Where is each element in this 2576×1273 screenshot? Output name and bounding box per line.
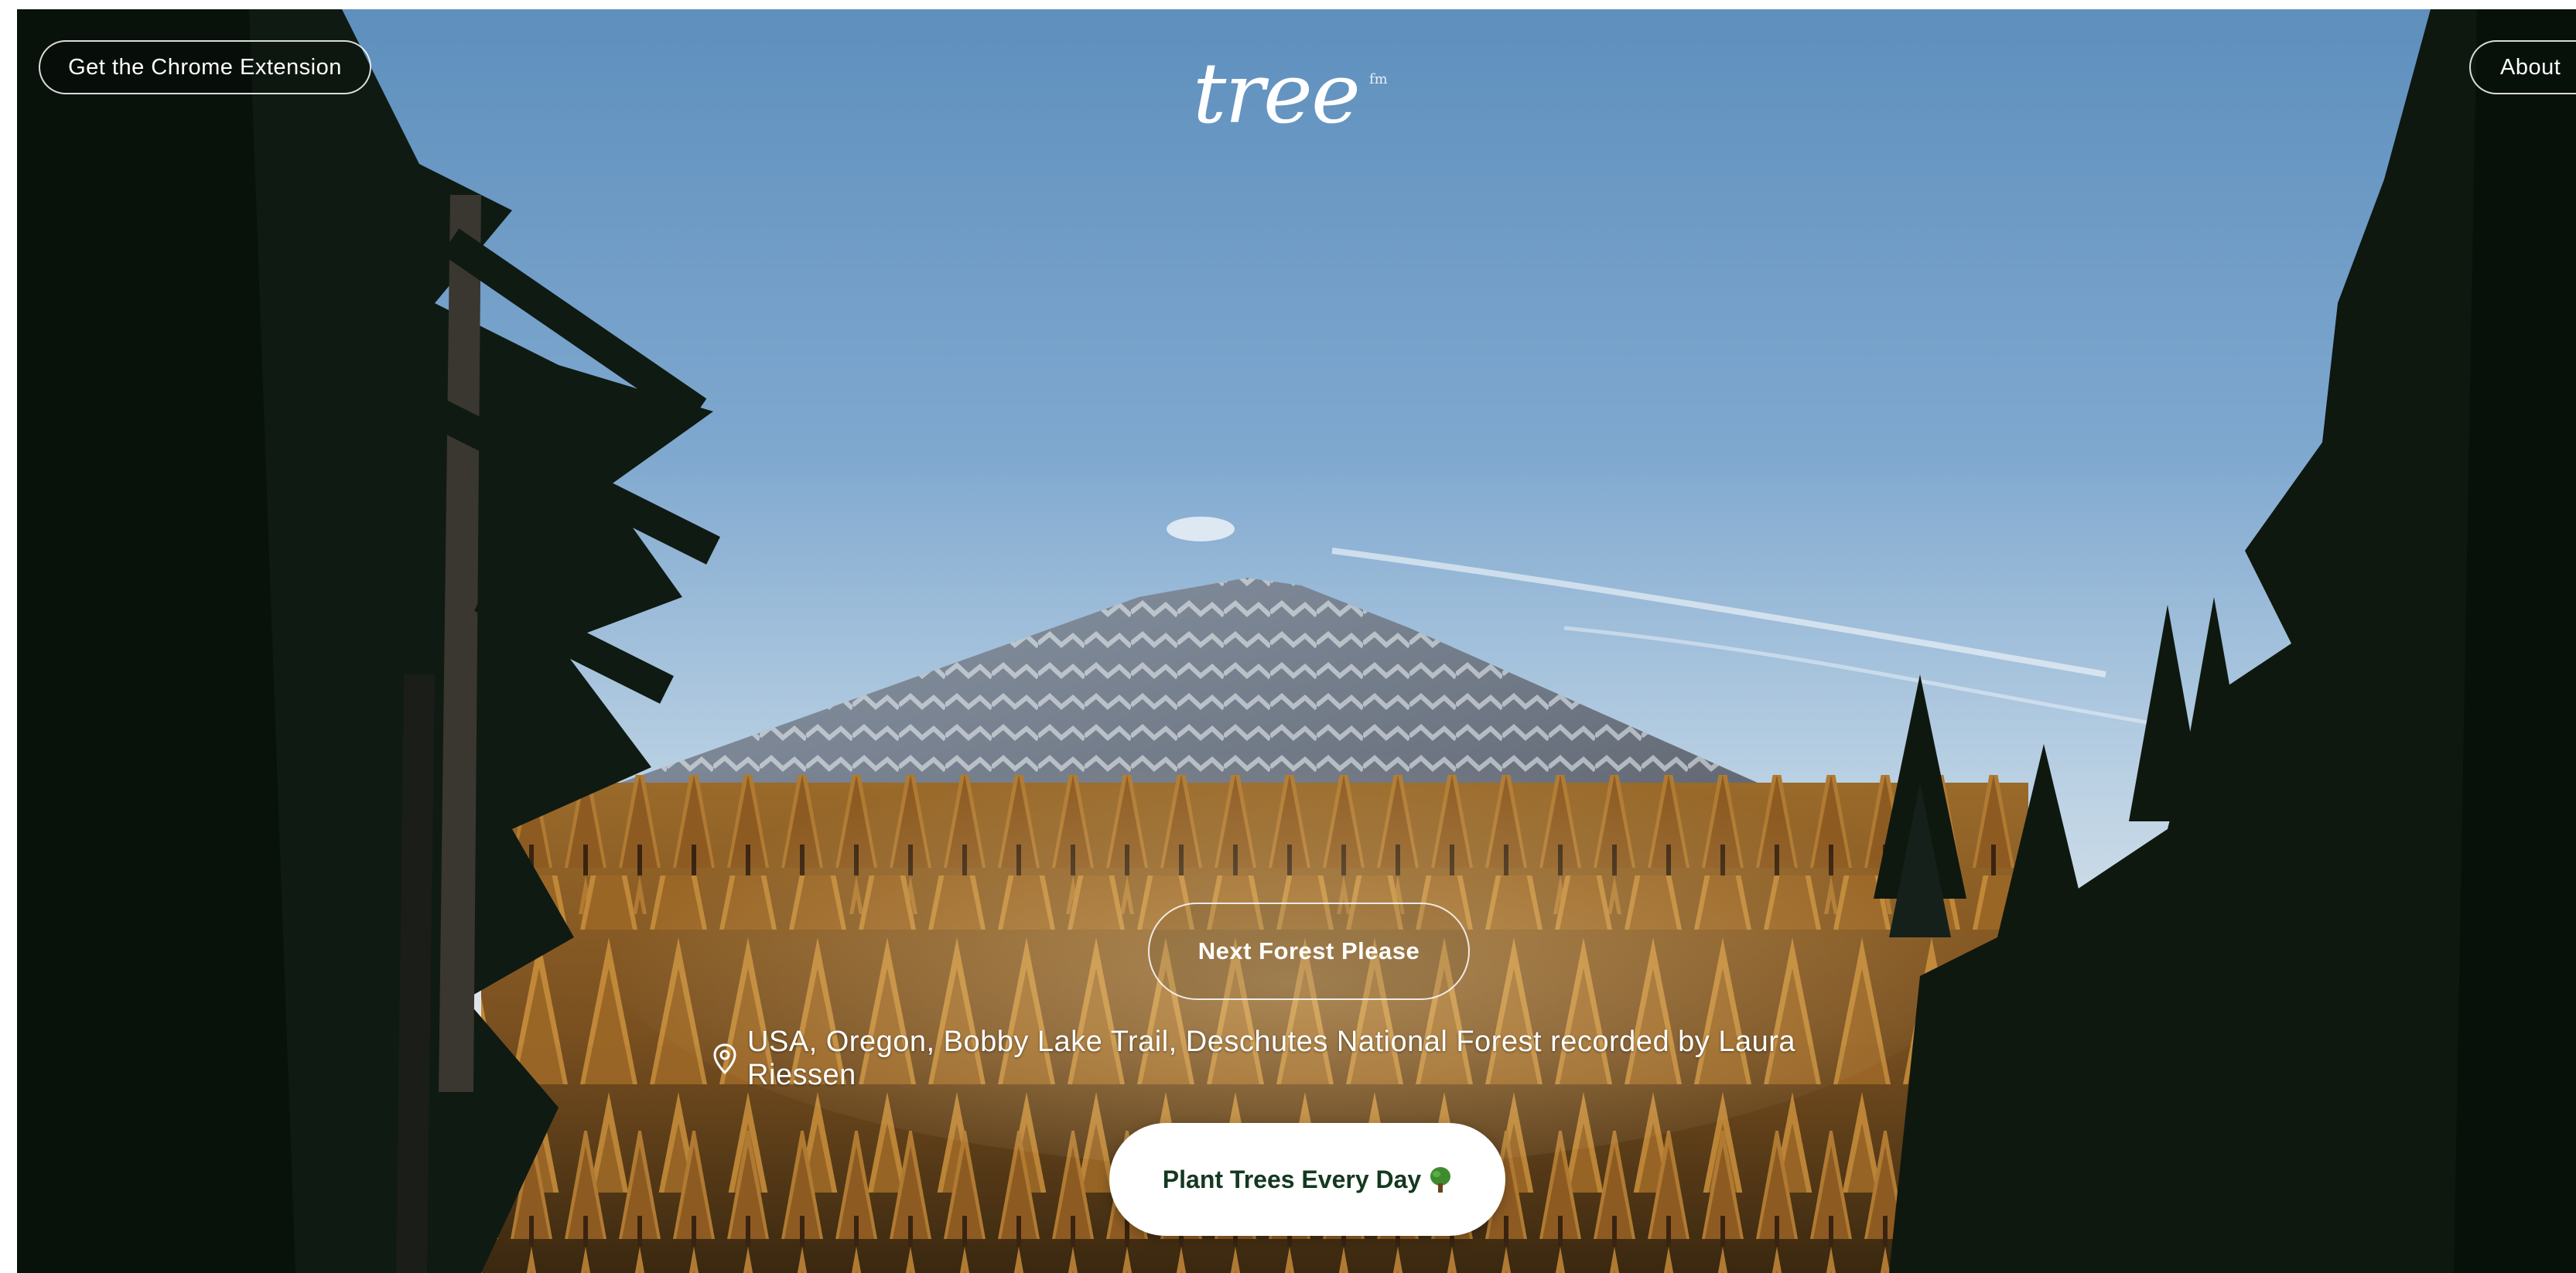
map-pin-icon [713, 1043, 736, 1074]
about-label: About [2500, 54, 2561, 80]
plant-trees-button[interactable]: Plant Trees Every Day [1109, 1123, 1505, 1236]
forest-viewport: Get the Chrome Extension tree fm About N… [17, 9, 2576, 1273]
next-forest-label: Next Forest Please [1197, 937, 1420, 964]
next-forest-button[interactable]: Next Forest Please [1148, 903, 1470, 1000]
about-button[interactable]: About [2469, 40, 2576, 94]
location-text: USA, Oregon, Bobby Lake Trail, Deschutes… [747, 1026, 1796, 1091]
chrome-extension-button[interactable]: Get the Chrome Extension [39, 40, 371, 94]
tree-icon [1430, 1167, 1451, 1193]
location-caption: USA, Oregon, Bobby Lake Trail, Deschutes… [713, 1026, 1905, 1091]
plant-trees-label: Plant Trees Every Day [1162, 1165, 1422, 1193]
tree-logo[interactable]: tree fm [1193, 53, 1425, 161]
chrome-extension-label: Get the Chrome Extension [68, 54, 342, 80]
logo-text: tree [1193, 46, 1361, 142]
logo-superscript: fm [1369, 71, 1388, 87]
